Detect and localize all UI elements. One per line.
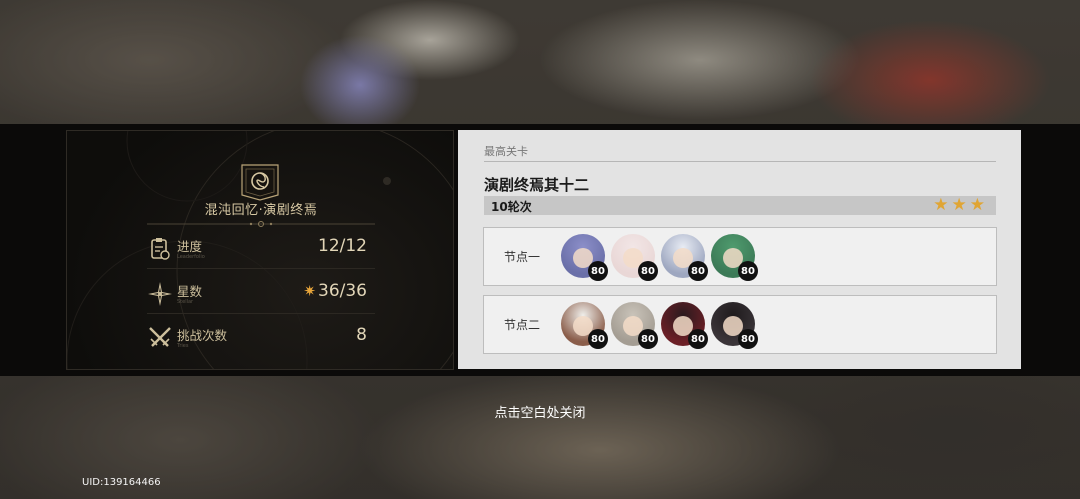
row-divider <box>147 313 375 314</box>
record-header: 最高关卡 <box>484 145 528 158</box>
crossed-swords-icon <box>149 327 171 347</box>
character-avatar[interactable]: 80 <box>661 302 708 349</box>
stage-stars: ★★★ <box>933 195 988 215</box>
character-avatar[interactable]: 80 <box>561 234 608 281</box>
stat-sublabel-progress: Leaderfolio <box>177 254 205 260</box>
rounds-count: 10轮次 <box>491 200 532 214</box>
mode-title: 混沌回忆·演剧终焉 <box>204 203 318 218</box>
player-uid: UID:139164466 <box>82 477 161 488</box>
character-level-badge: 80 <box>688 329 708 349</box>
stat-row-stars: 星数 Stellar ✷ 36/36 <box>147 275 375 315</box>
stat-value-stars: ✷ 36/36 <box>303 281 367 301</box>
node-one-team: 节点一 80 80 80 80 <box>483 227 997 286</box>
best-record-panel: 最高关卡 演剧终焉其十二 10轮次 ★★★ 节点一 80 80 80 80 节点二 8… <box>458 130 1021 369</box>
character-avatar[interactable]: 80 <box>561 302 608 349</box>
compass-star-icon <box>148 282 172 306</box>
node-two-team: 节点二 80 80 80 80 <box>483 295 997 354</box>
rounds-bar: 10轮次 ★★★ <box>484 195 996 215</box>
character-avatar[interactable]: 80 <box>711 234 758 281</box>
title-divider <box>147 221 375 227</box>
character-avatar[interactable]: 80 <box>661 234 708 281</box>
stat-label-stars: 星数 <box>177 284 203 299</box>
tap-to-close-hint[interactable]: 点击空白处关闭 <box>0 402 1080 421</box>
stat-row-progress: 进度 Leaderfolio 12/12 <box>147 230 375 270</box>
stat-value-attempts: 8 <box>356 325 367 345</box>
star-icon: ✷ <box>303 282 316 300</box>
stat-row-attempts: 挑战次数 Tries 8 <box>147 319 375 359</box>
character-avatar[interactable]: 80 <box>711 302 758 349</box>
character-level-badge: 80 <box>638 329 658 349</box>
stat-value-stars-text: 36/36 <box>318 281 367 301</box>
character-avatar[interactable]: 80 <box>611 234 658 281</box>
node-label: 节点一 <box>504 250 541 264</box>
stat-value-progress: 12/12 <box>318 236 367 256</box>
stat-sublabel-stars: Stellar <box>177 299 194 305</box>
stat-label-progress: 进度 <box>177 239 203 254</box>
character-level-badge: 80 <box>688 261 708 281</box>
header-divider <box>484 161 996 162</box>
character-level-badge: 80 <box>588 329 608 349</box>
character-level-badge: 80 <box>638 261 658 281</box>
memory-of-chaos-emblem-icon <box>241 164 279 201</box>
character-level-badge: 80 <box>588 261 608 281</box>
character-avatar[interactable]: 80 <box>611 302 658 349</box>
stage-name: 演剧终焉其十二 <box>484 176 590 194</box>
row-divider <box>147 268 375 269</box>
character-level-badge: 80 <box>738 261 758 281</box>
node-label: 节点二 <box>504 318 541 332</box>
stat-sublabel-attempts: Tries <box>177 343 189 349</box>
character-level-badge: 80 <box>738 329 758 349</box>
stat-label-attempts: 挑战次数 <box>177 328 228 343</box>
clipboard-icon <box>151 238 170 260</box>
mode-summary-panel: 混沌回忆·演剧终焉 进度 Leaderfolio 12/12 星数 Stella… <box>66 130 454 370</box>
